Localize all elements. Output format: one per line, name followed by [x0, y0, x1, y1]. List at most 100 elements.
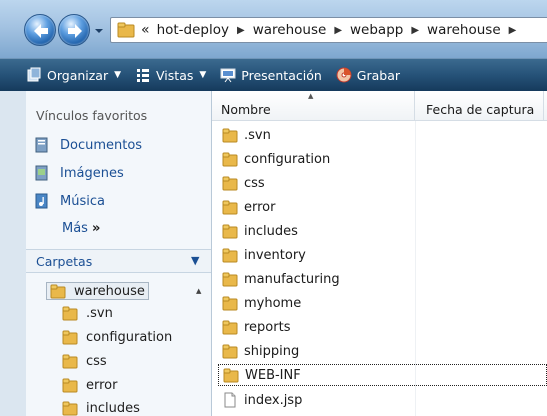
views-button[interactable]: Vistas ▼ [135, 67, 206, 83]
folder-icon [62, 330, 78, 345]
tree-item-svn[interactable]: .svn [62, 305, 113, 321]
breadcrumb-webapp[interactable]: webapp [350, 22, 403, 38]
list-item[interactable]: error [222, 196, 275, 218]
folder-icon [222, 224, 238, 239]
list-item[interactable]: configuration [222, 148, 330, 170]
favorite-label: Documentos [60, 137, 143, 153]
tree-label: css [86, 353, 107, 369]
file-icon [224, 392, 236, 408]
address-bar-region: « hot-deploy ▶ warehouse ▶ webapp ▶ ware… [0, 0, 547, 58]
tree-item-warehouse[interactable]: warehouse [46, 282, 149, 300]
double-chevron-right-icon: » [91, 221, 101, 236]
command-toolbar: Organizar ▼ Vistas ▼ Presentación Grabar [0, 58, 547, 91]
presentation-label: Presentación [241, 67, 322, 83]
breadcrumb-separator-icon[interactable]: ▶ [334, 25, 342, 36]
item-name: index.jsp [244, 392, 303, 408]
views-icon [137, 69, 150, 82]
list-item[interactable]: includes [222, 220, 298, 242]
column-header-row: Nombre ▲ Fecha de captura [212, 91, 547, 121]
forward-button[interactable] [58, 14, 90, 46]
arrow-right-icon [68, 24, 82, 38]
column-header-date[interactable]: Fecha de captura [416, 91, 547, 121]
pictures-icon [35, 165, 48, 181]
chevron-down-icon: ▼ [114, 70, 122, 80]
tree-item-includes[interactable]: includes [62, 400, 140, 416]
chevron-down-icon: ▼ [191, 254, 200, 267]
tree-item-error[interactable]: error [62, 377, 117, 393]
tree-label: includes [86, 400, 140, 416]
breadcrumb-hot-deploy[interactable]: hot-deploy [157, 22, 229, 38]
folder-icon [222, 344, 238, 359]
tree-item-configuration[interactable]: configuration [62, 329, 172, 345]
presentation-button[interactable]: Presentación [220, 67, 322, 83]
list-item[interactable]: manufacturing [222, 268, 340, 290]
folder-icon [62, 401, 78, 416]
tree-item-css[interactable]: css [62, 353, 107, 369]
more-label: Más [62, 221, 88, 236]
back-button[interactable] [24, 14, 56, 46]
item-name: css [244, 175, 265, 191]
favorite-label: Música [60, 193, 105, 209]
favorite-documents[interactable]: Documentos [34, 137, 142, 153]
column-date-label: Fecha de captura [426, 102, 535, 117]
list-item[interactable]: myhome [222, 292, 301, 314]
folder-icon [222, 296, 238, 311]
recent-pages-dropdown[interactable] [94, 27, 104, 35]
breadcrumb-separator-icon[interactable]: ▶ [509, 25, 517, 36]
folders-label: Carpetas [36, 254, 93, 269]
item-name: includes [244, 223, 298, 239]
folder-icon [222, 200, 238, 215]
item-name: reports [244, 319, 291, 335]
item-name: configuration [244, 151, 331, 167]
folder-icon [222, 320, 238, 335]
folder-icon [222, 128, 238, 143]
folder-icon [222, 152, 238, 167]
favorite-links-header: Vínculos favoritos [36, 108, 148, 123]
presentation-icon [220, 68, 236, 83]
folder-icon [117, 22, 135, 38]
folder-icon [62, 306, 78, 321]
breadcrumb-warehouse-current[interactable]: warehouse [427, 22, 501, 38]
scroll-up-icon[interactable]: ▲ [196, 287, 201, 295]
overflow-chevron[interactable]: « [141, 22, 150, 38]
list-item[interactable]: .svn [222, 124, 271, 146]
folder-icon [62, 354, 78, 369]
column-header-name[interactable]: Nombre ▲ [212, 91, 415, 121]
item-name: shipping [244, 343, 300, 359]
folder-icon [50, 284, 66, 299]
list-item-focused[interactable]: WEB-INF [218, 364, 547, 386]
tree-label: .svn [86, 305, 113, 321]
item-name: .svn [244, 127, 271, 143]
organize-label: Organizar [47, 67, 109, 83]
item-name: error [244, 199, 276, 215]
list-item[interactable]: inventory [222, 244, 306, 266]
favorite-music[interactable]: Música [34, 193, 105, 209]
address-field[interactable]: « hot-deploy ▶ warehouse ▶ webapp ▶ ware… [110, 17, 547, 43]
navigation-pane: Vínculos favoritos Documentos Imágenes M… [26, 91, 212, 416]
burn-icon [336, 67, 352, 83]
folder-icon [222, 176, 238, 191]
list-item[interactable]: shipping [222, 340, 299, 362]
item-name: myhome [244, 295, 302, 311]
list-item[interactable]: index.jsp [222, 389, 302, 411]
tree-label: error [86, 377, 118, 393]
organize-icon [27, 67, 41, 82]
folder-icon [222, 272, 238, 287]
sort-ascending-icon: ▲ [308, 92, 314, 100]
breadcrumb-warehouse[interactable]: warehouse [253, 22, 327, 38]
breadcrumb-separator-icon[interactable]: ▶ [237, 25, 245, 36]
more-links[interactable]: Más» [62, 221, 100, 236]
favorite-label: Imágenes [60, 165, 124, 181]
burn-button[interactable]: Grabar [336, 67, 400, 83]
folder-icon [223, 368, 239, 383]
list-item[interactable]: css [222, 172, 265, 194]
item-name: manufacturing [244, 271, 340, 287]
favorite-pictures[interactable]: Imágenes [34, 165, 124, 181]
folders-header[interactable]: Carpetas ▼ [26, 249, 211, 273]
arrow-left-icon [34, 24, 48, 38]
organize-button[interactable]: Organizar ▼ [26, 67, 121, 83]
list-item[interactable]: reports [222, 316, 290, 338]
folder-icon [62, 378, 78, 393]
breadcrumb-separator-icon[interactable]: ▶ [411, 25, 419, 36]
item-name: inventory [244, 247, 306, 263]
